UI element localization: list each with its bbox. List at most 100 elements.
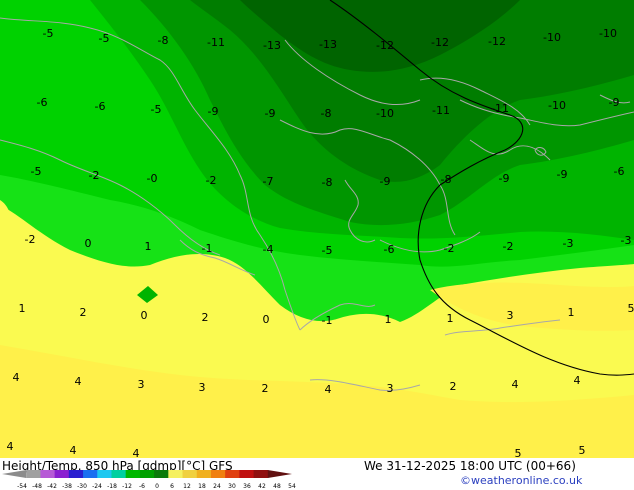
temperature-label: 4 xyxy=(574,374,581,387)
temperature-label: 1 xyxy=(447,312,454,325)
temperature-label: -8 xyxy=(321,107,332,120)
legend-tick: 36 xyxy=(243,483,251,490)
legend-tick: 12 xyxy=(183,483,191,490)
temperature-label: 4 xyxy=(512,378,519,391)
temperature-label: -6 xyxy=(37,96,48,109)
legend-color-bars xyxy=(2,470,292,478)
temperature-label: -5 xyxy=(31,165,42,178)
temperature-label: 1 xyxy=(145,240,152,253)
temperature-label: 4 xyxy=(7,440,14,453)
temperature-label: 2 xyxy=(450,380,457,393)
legend-tick: 30 xyxy=(228,483,236,490)
temperature-label: -9 xyxy=(208,105,219,118)
temperature-label: -2 xyxy=(25,233,36,246)
legend-swatch xyxy=(83,470,98,478)
temperature-label: -12 xyxy=(488,35,506,48)
temperature-label: -8 xyxy=(322,176,333,189)
temperature-label: -5 xyxy=(43,27,54,40)
legend-swatch xyxy=(154,470,169,478)
temperature-label: -10 xyxy=(543,31,561,44)
temperature-label: -6 xyxy=(384,243,395,256)
temperature-label: -2 xyxy=(503,240,514,253)
temperature-label: -13 xyxy=(263,39,281,52)
legend-swatch xyxy=(139,470,155,478)
legend-tick: -18 xyxy=(107,483,117,490)
temperature-label: -9 xyxy=(265,107,276,120)
temperature-label: -6 xyxy=(614,165,625,178)
temperature-label: -2 xyxy=(89,169,100,182)
legend-tick: -30 xyxy=(77,483,87,490)
temperature-label: 3 xyxy=(507,309,514,322)
legend-tick: -38 xyxy=(62,483,72,490)
legend-tick: -48 xyxy=(32,483,42,490)
legend-tick: 42 xyxy=(258,483,266,490)
temperature-label: 3 xyxy=(138,378,145,391)
legend-swatch xyxy=(68,470,84,478)
temperature-label: 4 xyxy=(133,447,140,458)
legend-swatch xyxy=(54,470,70,478)
temperature-label: 1 xyxy=(568,306,575,319)
temperature-label: 2 xyxy=(80,306,87,319)
legend-tick: -24 xyxy=(92,483,102,490)
temperature-label: -2 xyxy=(206,174,217,187)
legend-tick: -42 xyxy=(47,483,57,490)
temperature-label: 4 xyxy=(325,383,332,396)
legend-tick: -6 xyxy=(139,483,145,490)
temperature-label: -9 xyxy=(380,175,391,188)
legend-swatch xyxy=(196,470,212,478)
temperature-label: -12 xyxy=(431,36,449,49)
temperature-label: -11 xyxy=(432,104,450,117)
temperature-label: -11 xyxy=(207,36,225,49)
legend-swatch xyxy=(111,470,127,478)
temperature-label: -11 xyxy=(491,102,509,115)
copyright-link[interactable]: ©weatheronline.co.uk xyxy=(460,474,582,487)
weather-map: -5 -5 -8 -11 -13 -13 -12 -12 -12 -10 -10-6 -6 -5 -9 -9… xyxy=(0,0,634,458)
temperature-label: -1 xyxy=(322,314,333,327)
temperature-label: -5 xyxy=(151,103,162,116)
temperature-label: -8 xyxy=(441,173,452,186)
legend-tick-labels: -54 -48 -42 -38 -30 -24 -18 -12 -6 0 6 12 18 24 30 36 42… xyxy=(17,483,296,490)
temperature-label: -1 xyxy=(202,242,213,255)
temperature-label: -12 xyxy=(376,39,394,52)
legend-tick: 6 xyxy=(170,483,174,490)
legend-tick: -54 xyxy=(17,483,27,490)
color-scale-legend: -54 -48 -42 -38 -30 -24 -18 -12 -6 0 6 12 18 24 30 36 42… xyxy=(2,470,296,490)
legend-tick: 54 xyxy=(288,483,296,490)
legend-swatch xyxy=(267,470,292,478)
temperature-label: -5 xyxy=(99,32,110,45)
legend-swatch xyxy=(97,470,112,478)
temperature-label: 4 xyxy=(75,375,82,388)
legend-swatch xyxy=(125,470,141,478)
temperature-label: 1 xyxy=(19,302,26,315)
temperature-label: 4 xyxy=(13,371,20,384)
legend-swatch xyxy=(168,470,184,478)
temperature-label: -10 xyxy=(376,107,394,120)
temperature-label: 0 xyxy=(263,313,270,326)
temperature-label: -7 xyxy=(263,175,274,188)
temperature-label: -3 xyxy=(621,234,632,247)
legend-swatch xyxy=(239,470,255,478)
legend-swatch xyxy=(2,470,27,478)
temperature-label: 3 xyxy=(387,382,394,395)
legend-tick: -12 xyxy=(122,483,132,490)
temperature-label: 0 xyxy=(141,309,148,322)
legend-swatch xyxy=(182,470,198,478)
temperature-label: -8 xyxy=(158,34,169,47)
temperature-label: 5 xyxy=(579,444,586,457)
legend-tick: 24 xyxy=(213,483,221,490)
legend-tick: 18 xyxy=(198,483,206,490)
temperature-label: -5 xyxy=(322,244,333,257)
legend-swatch xyxy=(253,470,269,478)
temperature-label: -9 xyxy=(609,96,620,109)
temperature-label: -2 xyxy=(444,242,455,255)
temperature-label: 0 xyxy=(85,237,92,250)
temperature-label: 5 xyxy=(515,447,522,458)
legend-swatch xyxy=(40,470,56,478)
temperature-label: -9 xyxy=(557,168,568,181)
legend-swatch xyxy=(26,470,41,478)
temperature-label: 1 xyxy=(385,313,392,326)
temperature-label: -13 xyxy=(319,38,337,51)
temperature-label: 4 xyxy=(70,444,77,457)
temperature-label: 2 xyxy=(202,311,209,324)
temperature-label: -10 xyxy=(548,99,566,112)
